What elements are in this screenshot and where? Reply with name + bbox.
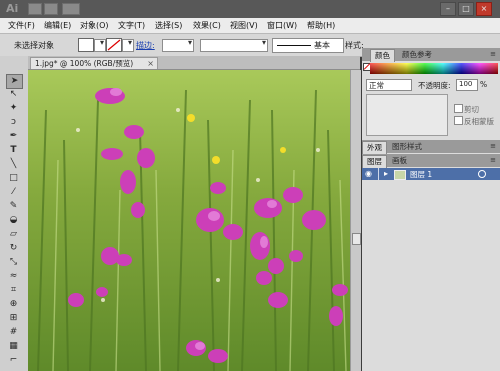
magic-wand-tool-icon[interactable]: ✦ bbox=[6, 102, 21, 115]
line-tool-icon[interactable]: ╲ bbox=[6, 158, 21, 171]
appearance-panel-tabs: 外观 图形样式 ≡ bbox=[362, 140, 500, 154]
pen-tool-icon[interactable]: ✒ bbox=[6, 130, 21, 143]
menu-select[interactable]: 选择(S) bbox=[155, 20, 182, 31]
layer-name[interactable]: 图层 1 bbox=[410, 169, 432, 180]
style-label: 样式: bbox=[345, 41, 364, 50]
close-button[interactable]: × bbox=[476, 2, 492, 16]
menu-type[interactable]: 文字(T) bbox=[118, 20, 145, 31]
stroke-swatch[interactable] bbox=[106, 38, 122, 52]
free-transform-tool-icon[interactable]: ⌗ bbox=[6, 284, 21, 297]
opacity-input[interactable]: 100 bbox=[456, 79, 478, 91]
artboard-canvas[interactable] bbox=[28, 70, 350, 371]
blend-mode-value: 正常 bbox=[369, 81, 384, 90]
stroke-dropdown[interactable] bbox=[122, 38, 134, 52]
maximize-button[interactable]: □ bbox=[458, 2, 474, 16]
variable-width-dropdown[interactable] bbox=[200, 38, 268, 52]
opacity-label: 不透明度: bbox=[418, 81, 451, 90]
tab-graphic-styles[interactable]: 图形样式 bbox=[388, 141, 426, 153]
brush-name: 基本 bbox=[314, 41, 330, 50]
layers-empty-area bbox=[362, 180, 500, 371]
perspective-grid-tool-icon[interactable]: ⊞ bbox=[6, 312, 21, 325]
lasso-tool-icon[interactable]: ↄ bbox=[6, 116, 21, 129]
tools-panel: ➤ ↖ ✦ ↄ ✒ T ╲ □ ⁄ ✎ ◒ ▱ ↻ ⤡ ≈ ⌗ ⊕ ⊞ # ▦ … bbox=[0, 56, 29, 371]
clip-label: 剪切 bbox=[464, 105, 479, 114]
menu-effect[interactable]: 效果(C) bbox=[193, 20, 221, 31]
type-tool-icon[interactable]: T bbox=[6, 144, 21, 157]
tab-color-guide[interactable]: 颜色参考 bbox=[398, 49, 436, 61]
warp-tool-icon[interactable]: ≈ bbox=[6, 270, 21, 283]
blend-mode-dropdown[interactable]: 正常 bbox=[366, 79, 412, 91]
pencil-tool-icon[interactable]: ✎ bbox=[6, 200, 21, 213]
panel-menu-icon[interactable]: ≡ bbox=[490, 142, 496, 150]
selection-status: 未选择对象 bbox=[14, 41, 54, 50]
rectangle-tool-icon[interactable]: □ bbox=[6, 172, 21, 185]
workspace-switcher-icon[interactable] bbox=[62, 3, 80, 15]
fill-dropdown[interactable] bbox=[94, 38, 106, 52]
stroke-weight-dropdown[interactable] bbox=[162, 38, 194, 52]
invert-mask-checkbox[interactable] bbox=[454, 116, 463, 125]
clip-checkbox[interactable] bbox=[454, 104, 463, 113]
brush-definition-dropdown[interactable] bbox=[272, 38, 344, 53]
title-bar: Ai – □ × bbox=[0, 0, 500, 18]
eraser-tool-icon[interactable]: ▱ bbox=[6, 228, 21, 241]
menu-object[interactable]: 对象(O) bbox=[80, 20, 109, 31]
blob-brush-tool-icon[interactable]: ◒ bbox=[6, 214, 21, 227]
mesh-tool-icon[interactable]: # bbox=[6, 326, 21, 339]
close-tab-icon[interactable]: × bbox=[147, 58, 154, 70]
paintbrush-tool-icon[interactable]: ⁄ bbox=[6, 186, 21, 199]
scale-tool-icon[interactable]: ⤡ bbox=[6, 256, 21, 269]
fill-swatch[interactable] bbox=[78, 38, 94, 52]
gradient-tool-icon[interactable]: ▦ bbox=[6, 340, 21, 353]
document-tab-label: 1.jpg* @ 100% (RGB/预览) bbox=[35, 59, 134, 68]
menu-view[interactable]: 视图(V) bbox=[230, 20, 258, 31]
rotate-tool-icon[interactable]: ↻ bbox=[6, 242, 21, 255]
tab-layers[interactable]: 图层 bbox=[362, 155, 387, 168]
flower-photo bbox=[28, 70, 350, 371]
menu-file[interactable]: 文件(F) bbox=[8, 20, 35, 31]
selection-tool-icon[interactable]: ➤ bbox=[6, 74, 23, 89]
menu-help[interactable]: 帮助(H) bbox=[307, 20, 335, 31]
invert-mask-label: 反相蒙版 bbox=[464, 117, 494, 126]
target-circle-icon[interactable] bbox=[478, 170, 486, 178]
layer-row[interactable]: ◉ ▸ 图层 1 bbox=[362, 168, 500, 180]
tab-artboards[interactable]: 画板 bbox=[388, 155, 411, 167]
visibility-eye-icon[interactable]: ◉ bbox=[365, 169, 372, 178]
app-logo: Ai bbox=[6, 2, 19, 15]
menu-window[interactable]: 窗口(W) bbox=[267, 20, 297, 31]
direct-selection-tool-icon[interactable]: ↖ bbox=[6, 88, 21, 101]
menu-bar: 文件(F) 编辑(E) 对象(O) 文字(T) 选择(S) 效果(C) 视图(V… bbox=[0, 18, 500, 34]
expand-arrow-icon[interactable]: ▸ bbox=[384, 169, 388, 178]
layers-panel-tabs: 图层 画板 ≡ bbox=[362, 154, 500, 168]
stroke-link[interactable]: 描边: bbox=[136, 40, 155, 51]
panel-menu-icon[interactable]: ≡ bbox=[490, 50, 496, 58]
bridge-icon[interactable] bbox=[28, 3, 42, 15]
layer-thumbnail bbox=[394, 170, 406, 180]
eyedropper-tool-icon[interactable]: ⌐ bbox=[6, 354, 21, 367]
document-tab[interactable]: 1.jpg* @ 100% (RGB/预览) × bbox=[30, 57, 158, 69]
shape-builder-tool-icon[interactable]: ⊕ bbox=[6, 298, 21, 311]
opacity-value: 100 bbox=[459, 80, 473, 88]
color-panel-tabs: 颜色 颜色参考 ≡ bbox=[362, 48, 500, 62]
lock-column[interactable] bbox=[378, 168, 379, 180]
arrange-icon[interactable] bbox=[44, 3, 58, 15]
opacity-unit: % bbox=[480, 80, 488, 89]
color-spectrum[interactable] bbox=[370, 63, 498, 74]
canvas-vertical-scrollbar[interactable] bbox=[350, 70, 361, 371]
mask-thumbnail bbox=[366, 94, 448, 136]
minimize-button[interactable]: – bbox=[440, 2, 456, 16]
menu-edit[interactable]: 编辑(E) bbox=[44, 20, 71, 31]
scrollbar-thumb[interactable] bbox=[352, 233, 361, 245]
tab-appearance[interactable]: 外观 bbox=[362, 141, 387, 154]
document-tab-bar: 1.jpg* @ 100% (RGB/预览) × bbox=[28, 56, 360, 70]
tab-color[interactable]: 颜色 bbox=[370, 49, 395, 62]
panel-menu-icon[interactable]: ≡ bbox=[490, 156, 496, 164]
right-panel-dock: 颜色 颜色参考 ≡ 正常 不透明度: 100 % 剪切 反相蒙版 外观 图形样式… bbox=[362, 48, 500, 371]
